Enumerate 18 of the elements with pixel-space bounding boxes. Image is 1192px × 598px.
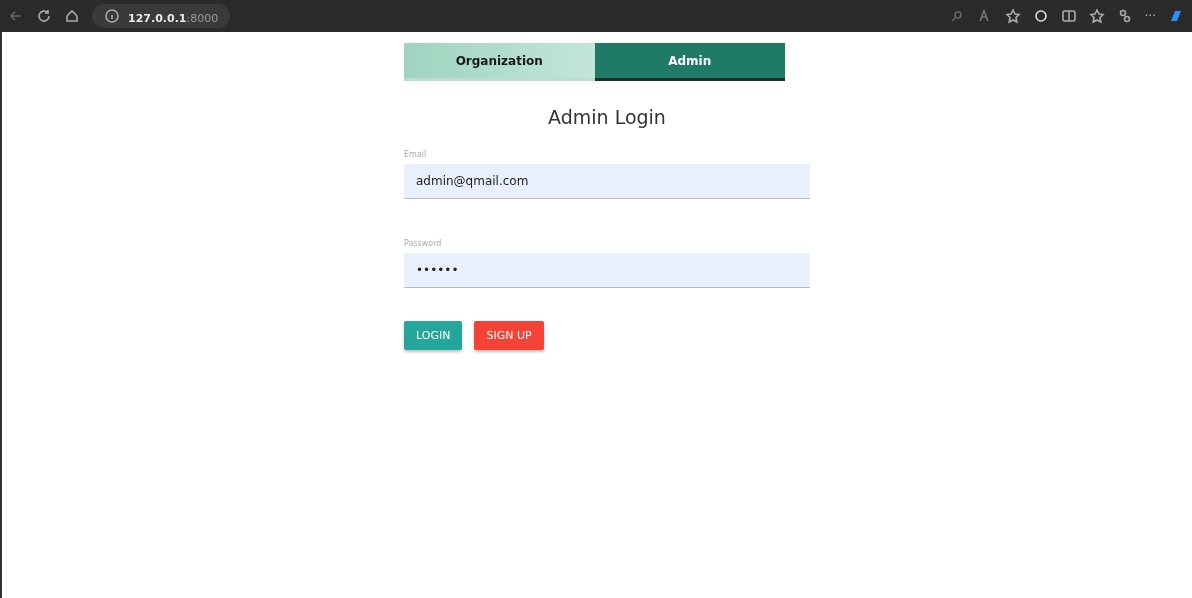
input-field[interactable]: ••••••: [404, 253, 810, 288]
address-bar[interactable]: 127.0.0.1:8000: [92, 4, 231, 28]
tab[interactable]: Admin: [594, 43, 785, 81]
more-menu[interactable]: ···: [1144, 9, 1156, 23]
home-icon[interactable]: [64, 8, 80, 24]
input-field[interactable]: admin@qmail.com: [404, 164, 810, 199]
star-icon[interactable]: [1004, 8, 1021, 24]
refresh-icon[interactable]: [36, 8, 52, 24]
favorites-icon[interactable]: [1088, 8, 1105, 24]
split-screen-icon[interactable]: [1060, 8, 1077, 24]
address-host: 127.0.0.1: [128, 11, 187, 25]
field-label: Email: [404, 150, 428, 159]
info-icon[interactable]: [104, 8, 120, 24]
tab[interactable]: Organization: [404, 43, 595, 81]
address-port: :8000: [186, 11, 219, 25]
signup-button[interactable]: SIGN UP: [474, 321, 544, 350]
page-title: Admin Login: [547, 106, 667, 128]
field-label: Password: [404, 239, 443, 248]
